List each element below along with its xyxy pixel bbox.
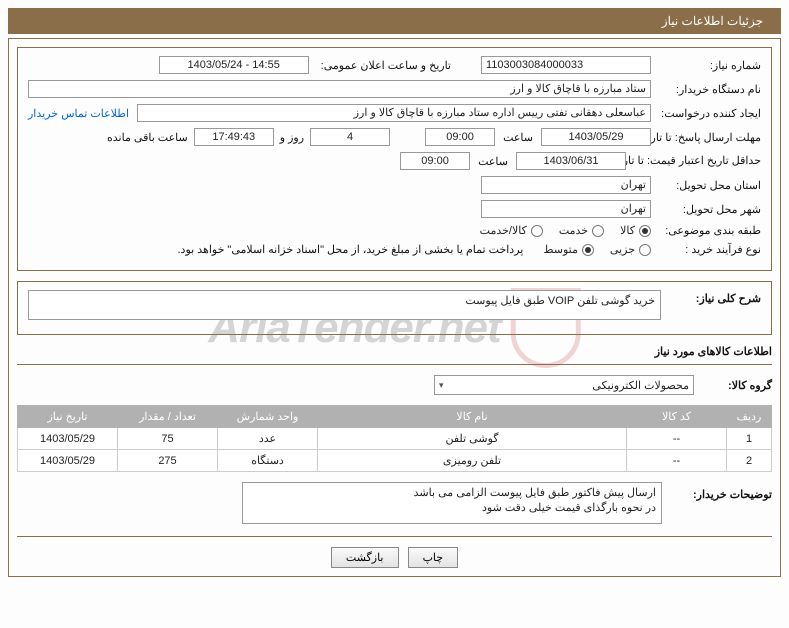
payment-note: پرداخت تمام یا بخشی از مبلغ خرید، از محل…	[172, 243, 524, 256]
cell-code: --	[627, 428, 727, 450]
page-title: جزئیات اطلاعات نیاز	[662, 14, 763, 28]
desc-group: شرح کلی نیاز: خرید گوشی تلفن VOIP طبق فا…	[17, 281, 772, 335]
radio-kala[interactable]: کالا	[620, 224, 651, 237]
cell-date: 1403/05/29	[18, 428, 118, 450]
label-price-valid: حداقل تاریخ اعتبار قیمت: تا تاریخ:	[626, 155, 761, 168]
cell-no: 1	[727, 428, 772, 450]
label-time-1: ساعت	[495, 131, 541, 144]
cell-unit: دستگاه	[218, 450, 318, 472]
field-resp-date: 1403/05/29	[541, 128, 651, 146]
radio-label-motavaset: متوسط	[543, 243, 578, 256]
radio-dot-icon	[592, 225, 604, 237]
label-general-desc: شرح کلی نیاز:	[661, 290, 761, 305]
cell-no: 2	[727, 450, 772, 472]
radio-label-jozi: جزیی	[610, 243, 635, 256]
radio-label-kala-khedmat: کالا/خدمت	[480, 224, 527, 237]
label-remaining: ساعت باقی مانده	[101, 131, 194, 144]
details-group: شماره نیاز: 1103003084000033 تاریخ و ساع…	[17, 47, 772, 271]
cell-code: --	[627, 450, 727, 472]
chevron-down-icon: ▾	[439, 380, 444, 391]
radio-group-subject: کالا خدمت کالا/خدمت	[480, 224, 651, 237]
label-time-2: ساعت	[470, 155, 516, 168]
back-button[interactable]: بازگشت	[331, 547, 399, 568]
label-days-and: روز و	[274, 131, 310, 144]
label-resp-deadline: مهلت ارسال پاسخ: تا تاریخ:	[651, 131, 761, 144]
goods-table: ردیف کد کالا نام کالا واحد شمارش تعداد /…	[17, 405, 772, 472]
th-row: ردیف	[727, 406, 772, 428]
section-goods-info: اطلاعات کالاهای مورد نیاز	[17, 345, 772, 358]
radio-khedmat[interactable]: خدمت	[559, 224, 604, 237]
contact-link[interactable]: اطلاعات تماس خریدار	[28, 107, 129, 120]
cell-name: تلفن رومیزی	[318, 450, 627, 472]
field-days-remaining: 4	[310, 128, 390, 146]
field-city: تهران	[481, 200, 651, 218]
label-requester: ایجاد کننده درخواست:	[651, 107, 761, 120]
label-province: استان محل تحویل:	[651, 179, 761, 192]
label-buyer-note: توضیحات خریدار:	[672, 482, 772, 501]
field-province: تهران	[481, 176, 651, 194]
cell-qty: 75	[118, 428, 218, 450]
th-qty: تعداد / مقدار	[118, 406, 218, 428]
divider	[17, 364, 772, 365]
field-valid-date: 1403/06/31	[516, 152, 626, 170]
field-general-desc: خرید گوشی تلفن VOIP طبق فایل پیوست	[28, 290, 661, 320]
field-announce-dt: 1403/05/24 - 14:55	[159, 56, 309, 74]
radio-motavaset[interactable]: متوسط	[543, 243, 594, 256]
label-subject-cat: طبقه بندی موضوعی:	[651, 224, 761, 237]
radio-dot-icon	[531, 225, 543, 237]
field-requester: عباسعلی دهقانی تفتی رییس اداره ستاد مبار…	[137, 104, 651, 122]
radio-label-kala: کالا	[620, 224, 635, 237]
cell-date: 1403/05/29	[18, 450, 118, 472]
field-valid-time: 09:00	[400, 152, 470, 170]
label-need-no: شماره نیاز:	[651, 59, 761, 72]
cell-unit: عدد	[218, 428, 318, 450]
label-city: شهر محل تحویل:	[651, 203, 761, 216]
radio-dot-icon	[582, 244, 594, 256]
cell-name: گوشی تلفن	[318, 428, 627, 450]
label-buyer-org: نام دستگاه خریدار:	[651, 83, 761, 96]
radio-dot-icon	[639, 244, 651, 256]
th-date: تاریخ نیاز	[18, 406, 118, 428]
table-row: 1 -- گوشی تلفن عدد 75 1403/05/29	[18, 428, 772, 450]
field-need-no: 1103003084000033	[481, 56, 651, 74]
print-button[interactable]: چاپ	[408, 547, 459, 568]
cell-qty: 275	[118, 450, 218, 472]
field-buyer-org: ستاد مبارزه با قاچاق کالا و ارز	[28, 80, 651, 98]
table-row: 2 -- تلفن رومیزی دستگاه 275 1403/05/29	[18, 450, 772, 472]
field-time-remaining: 17:49:43	[194, 128, 274, 146]
radio-dot-icon	[639, 225, 651, 237]
outer-frame: شماره نیاز: 1103003084000033 تاریخ و ساع…	[8, 38, 781, 577]
field-resp-time: 09:00	[425, 128, 495, 146]
th-code: کد کالا	[627, 406, 727, 428]
field-buyer-note: ارسال پیش فاکتور طبق فایل پیوست الزامی م…	[242, 482, 662, 524]
label-buy-type: نوع فرآیند خرید :	[651, 243, 761, 256]
th-unit: واحد شمارش	[218, 406, 318, 428]
label-goods-group: گروه کالا:	[702, 379, 772, 392]
radio-label-khedmat: خدمت	[559, 224, 588, 237]
radio-group-buy-type: جزیی متوسط	[543, 243, 651, 256]
select-goods-group[interactable]: محصولات الکترونیکی ▾	[434, 375, 694, 395]
th-name: نام کالا	[318, 406, 627, 428]
divider	[17, 536, 772, 537]
select-goods-group-value: محصولات الکترونیکی	[592, 379, 689, 392]
label-announce-dt: تاریخ و ساعت اعلان عمومی:	[315, 59, 451, 72]
radio-jozi[interactable]: جزیی	[610, 243, 651, 256]
radio-kala-khedmat[interactable]: کالا/خدمت	[480, 224, 543, 237]
page-title-bar: جزئیات اطلاعات نیاز	[8, 8, 781, 34]
